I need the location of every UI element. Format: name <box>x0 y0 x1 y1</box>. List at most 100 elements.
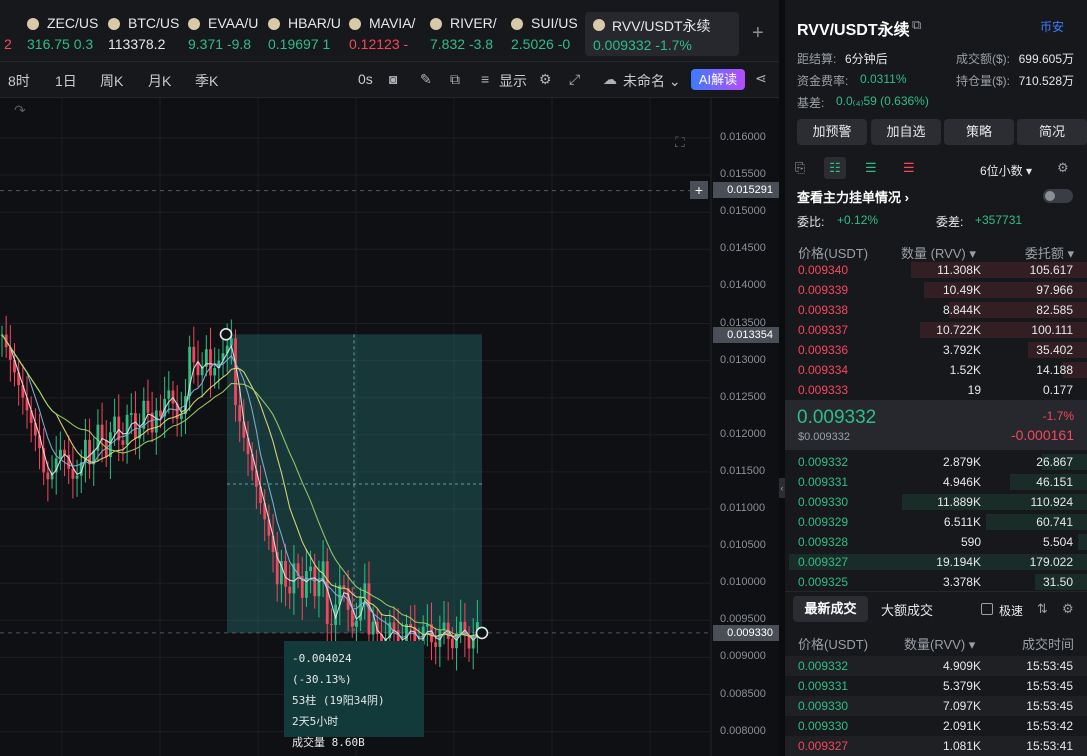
crosshair-price-label: 0.015291 <box>713 182 779 198</box>
list-icon[interactable]: ≡ <box>481 71 489 87</box>
funding-value: 0.0311% <box>860 72 907 86</box>
ask-row[interactable]: 0.009337 10.722K 100.111 <box>785 320 1087 340</box>
ask-row[interactable]: 0.009338 8.844K 82.585 <box>785 300 1087 320</box>
camera-icon[interactable]: ◙ <box>389 71 397 87</box>
tab-large-trades[interactable]: 大额成交 <box>881 600 933 619</box>
fullscreen-icon[interactable]: ⤢ <box>569 71 580 88</box>
last-price-box: 0.009332 $0.009332 -1.7% -0.000161 <box>785 400 1087 450</box>
copy-icon[interactable]: ⧉ <box>912 17 921 33</box>
row-qty: 10.49K <box>942 283 981 297</box>
price-axis-label: 0.008500 <box>720 687 766 700</box>
add-watchlist-button[interactable]: 加自选 <box>871 119 941 145</box>
add-alert-plus-icon[interactable]: + <box>690 181 708 199</box>
bid-row[interactable]: 0.009332 2.879K 26.867 <box>785 452 1087 472</box>
bid-row[interactable]: 0.009329 6.511K 60.741 <box>785 512 1087 532</box>
gear-icon[interactable]: ⚙ <box>539 71 552 88</box>
orderbook-icon-1[interactable]: ⎘ <box>795 160 805 176</box>
orderbook-icon-asks[interactable]: ☰ <box>903 160 915 176</box>
overview-button[interactable]: 简况 <box>1017 119 1087 145</box>
trade-row[interactable]: 0.009331 5.379K 15:53:45 <box>785 676 1087 696</box>
candle-body <box>313 566 317 597</box>
row-qty: 8.844K <box>942 303 981 317</box>
candle-body <box>75 475 79 479</box>
candle-body <box>342 585 346 588</box>
trade-row[interactable]: 0.009332 4.909K 15:53:45 <box>785 656 1087 676</box>
price-axis-label: 0.011500 <box>720 464 766 477</box>
ask-row[interactable]: 0.009333 19 0.177 <box>785 380 1087 400</box>
bid-row[interactable]: 0.009331 4.946K 46.151 <box>785 472 1087 492</box>
ticker-tab-river[interactable]: RIVER/ 7.832 -3.8 <box>430 14 497 58</box>
layout-select[interactable]: 未命名 ⌄ <box>623 71 681 91</box>
ticker-tab[interactable]: L 2 <box>0 14 12 58</box>
row-amount: 97.966 <box>1036 283 1073 297</box>
candle-body <box>392 622 396 631</box>
row-amount: 26.867 <box>1036 455 1073 469</box>
price-axis-label: 0.011000 <box>720 502 766 514</box>
row-amount: 15:53:42 <box>1026 719 1073 733</box>
ticker-tab-rvv-active[interactable]: RVV/USDT永续 0.009332 -1.7% <box>585 12 739 56</box>
row-amount: 5.504 <box>1042 535 1073 549</box>
share-icon[interactable]: ⋖ <box>755 70 767 87</box>
measure-change: -0.004024 (-30.13%) <box>292 652 352 686</box>
settings-icon[interactable]: ⚙ <box>1057 160 1069 176</box>
candle-body <box>442 622 446 630</box>
ask-row[interactable]: 0.009339 10.49K 97.966 <box>785 280 1087 300</box>
row-qty: 1.52K <box>949 363 981 377</box>
ticker-tab-evaa[interactable]: EVAA/U 9.371 -9.8 <box>188 14 258 58</box>
bid-row[interactable]: 0.009325 3.378K 31.50 <box>785 572 1087 592</box>
ticker-tab-sui[interactable]: SUI/US 2.5026 -0 <box>511 14 579 58</box>
fast-checkbox[interactable] <box>981 603 993 615</box>
ask-row[interactable]: 0.009336 3.792K 35.402 <box>785 340 1087 360</box>
ticker-tab-zec[interactable]: ZEC/US 316.75 0.3 <box>27 14 98 58</box>
strategy-button[interactable]: 策略 <box>944 119 1014 145</box>
ticker-tab-mavia[interactable]: MAVIA/ 0.12123 - <box>349 14 415 58</box>
row-amount: 60.741 <box>1036 515 1073 529</box>
measure-bars: 53柱 (19阳34阴) <box>292 694 385 707</box>
candle-body <box>146 400 150 413</box>
interval-8h[interactable]: 8时 <box>8 71 30 91</box>
decimals-select[interactable]: 6位小数 ▾ <box>980 162 1032 179</box>
ticker-tab-btc[interactable]: BTC/US 113378.2 <box>108 14 180 58</box>
display-menu[interactable]: 显示 <box>499 71 527 91</box>
candle-body <box>121 440 125 445</box>
row-price: 0.009332 <box>798 455 849 469</box>
tab-latest-trades[interactable]: 最新成交 <box>793 596 868 622</box>
row-price: 0.009334 <box>798 363 849 377</box>
coin-icon <box>511 18 523 30</box>
candle-body <box>71 468 75 479</box>
ask-row[interactable]: 0.009334 1.52K 14.188 <box>785 360 1087 380</box>
popout-icon[interactable]: ⧉ <box>450 71 460 88</box>
interval-1d[interactable]: 1日 <box>55 71 77 91</box>
ai-interpret-button[interactable]: AI解读 <box>691 69 745 90</box>
candlestick-chart[interactable]: ↷ ⛶ 0.016000 0.015500 0.015000 0.014500 0.01… <box>0 98 783 756</box>
main-orders-toggle[interactable] <box>1043 189 1073 203</box>
candle-body <box>113 416 116 433</box>
interval-1m[interactable]: 月K <box>148 71 171 91</box>
orderbook-icon-bids[interactable]: ☰ <box>865 160 877 176</box>
panel-title: RVV/USDT永续 <box>797 22 910 39</box>
bid-row[interactable]: 0.009330 11.889K 110.924 <box>785 492 1087 512</box>
add-alert-button[interactable]: 加预警 <box>797 119 867 145</box>
cloud-icon[interactable]: ☁ <box>603 71 617 88</box>
trade-row[interactable]: 0.009330 2.091K 15:53:42 <box>785 716 1087 736</box>
add-tab-icon[interactable]: + <box>752 22 764 45</box>
ticker-tab-hbar[interactable]: HBAR/U 0.19697 1 <box>268 14 341 58</box>
interval-1w[interactable]: 周K <box>100 71 123 91</box>
main-orders-link[interactable]: 查看主力挂单情况 › <box>797 187 909 206</box>
row-price: 0.009331 <box>798 679 849 693</box>
fast-label: 极速 <box>999 604 1024 618</box>
ask-row[interactable]: 0.009340 11.308K 105.617 <box>785 260 1087 280</box>
bid-row[interactable]: 0.009328 590 5.504 <box>785 532 1087 552</box>
trade-row[interactable]: 0.009327 1.081K 15:53:41 <box>785 736 1087 756</box>
interval-quarter[interactable]: 季K <box>195 71 218 91</box>
orderbook-icon-both[interactable]: ☷ <box>824 157 846 179</box>
exchange-link[interactable]: 币安 <box>1040 18 1064 35</box>
bid-row[interactable]: 0.009327 19.194K 179.022 <box>785 552 1087 572</box>
trade-row[interactable]: 0.009330 7.097K 15:53:45 <box>785 696 1087 716</box>
settings-icon-trades[interactable]: ⚙ <box>1062 601 1074 617</box>
filter-icon[interactable]: ⇅ <box>1037 601 1048 617</box>
trade-qty-sort[interactable]: 数量(RVV) ▾ <box>904 634 975 653</box>
replay-button[interactable]: 0s <box>358 71 373 87</box>
pencil-icon[interactable]: ✎ <box>420 71 432 88</box>
price-axis-label: 0.012000 <box>720 427 766 440</box>
